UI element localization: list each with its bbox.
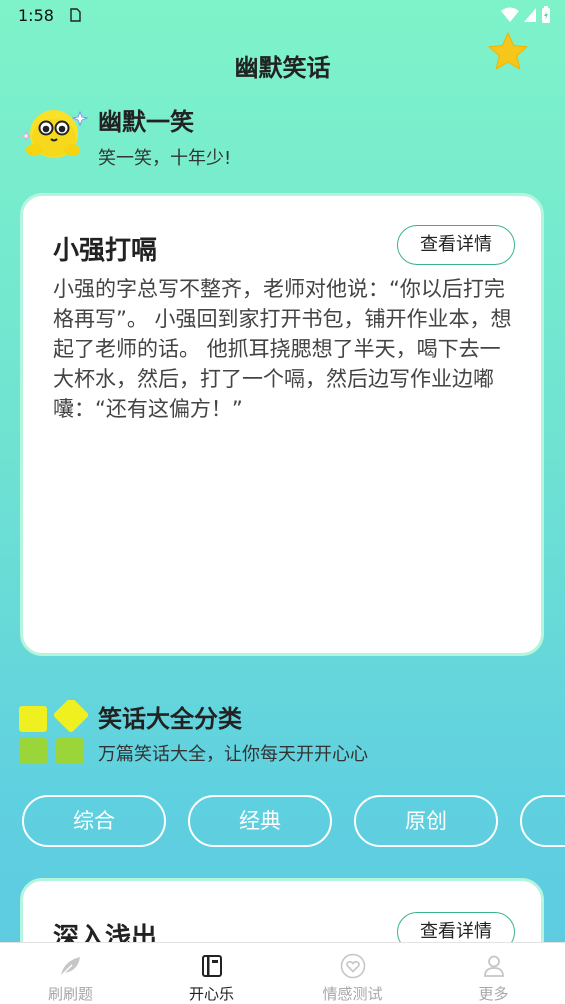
category-chip-row: 综合 经典 原创 — [22, 795, 565, 847]
tab-more[interactable]: 更多 — [423, 943, 564, 1004]
status-bar: 1:58 — [0, 0, 565, 32]
tab-emotion-test[interactable]: 情感测试 — [282, 943, 423, 1004]
feather-icon — [60, 957, 80, 977]
joke-title: 小强打嗝 — [53, 236, 158, 266]
tab-more-label: 更多 — [478, 985, 509, 1003]
status-indicators — [501, 6, 551, 24]
category-grid-icon — [19, 700, 88, 764]
section-humor-subtitle: 笑一笑，十年少! — [98, 148, 232, 169]
category-chip-more[interactable] — [520, 795, 565, 847]
tab-happy-label: 开心乐 — [188, 985, 234, 1003]
view-detail-button[interactable]: 查看详情 — [397, 225, 515, 265]
tab-practice[interactable]: 刷刷题 — [0, 943, 141, 1004]
page-title: 幽默笑话 — [234, 54, 331, 82]
tab-practice-label: 刷刷题 — [47, 985, 93, 1003]
sim-card-icon — [70, 8, 81, 22]
wifi-icon — [501, 7, 519, 22]
battery-icon — [542, 6, 550, 23]
status-time: 1:58 — [18, 6, 54, 25]
signal-icon — [524, 8, 536, 22]
notebook-icon — [202, 955, 222, 977]
joke-body: 小强的字总写不整齐，老师对他说：“你以后打完格再写”。 小强回到家打开书包，铺开… — [53, 277, 512, 421]
categories-title: 笑话大全分类 — [98, 705, 242, 733]
tab-emotion-test-label: 情感测试 — [322, 985, 383, 1003]
category-chip-original[interactable]: 原创 — [354, 795, 498, 847]
category-chip-general[interactable]: 综合 — [22, 795, 166, 847]
favorite-star-icon[interactable] — [486, 30, 530, 74]
smiley-mascot-icon — [22, 110, 88, 158]
heart-icon — [340, 953, 366, 979]
user-icon — [484, 955, 504, 977]
bottom-tab-bar: 刷刷题 开心乐 情感测试 更多 — [0, 942, 565, 1004]
categories-subtitle: 万篇笑话大全，让你每天开开心心 — [98, 744, 368, 765]
category-chip-classic[interactable]: 经典 — [188, 795, 332, 847]
section-humor-title: 幽默一笑 — [98, 108, 194, 136]
tab-happy[interactable]: 开心乐 — [141, 943, 282, 1004]
joke-card: 小强打嗝 查看详情 小强的字总写不整齐，老师对他说：“你以后打完格再写”。 小强… — [20, 193, 544, 656]
